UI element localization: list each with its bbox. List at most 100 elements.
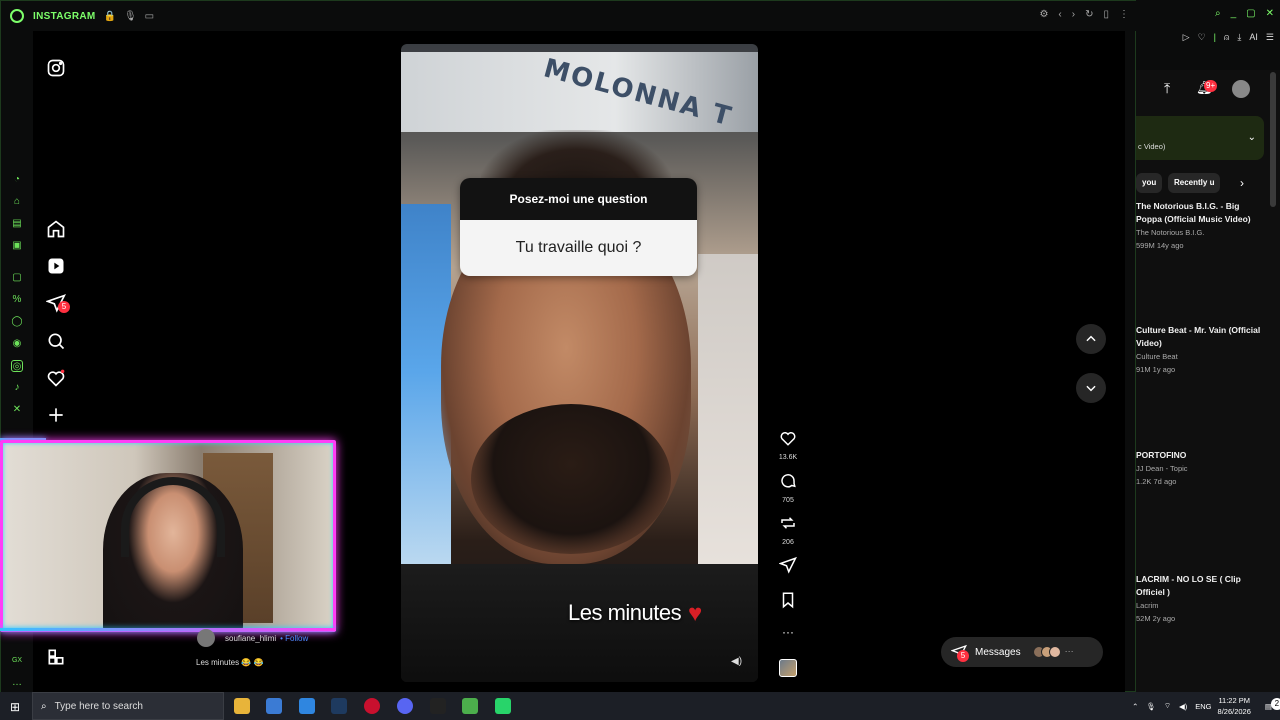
messages-label: Messages [975, 646, 1021, 658]
windows-start-icon[interactable]: ⊞ [10, 700, 20, 714]
search-icon[interactable]: ⌕ [1215, 8, 1221, 19]
home-icon[interactable] [46, 219, 66, 239]
settings-icon[interactable]: ⚙ [1039, 9, 1048, 20]
tray-chevron-up-icon[interactable]: ⌃ [1132, 702, 1138, 711]
sidebar-discord-icon[interactable]: ◉ [11, 338, 23, 350]
ai-icon[interactable]: AI [1249, 32, 1258, 43]
notifications-icon[interactable] [46, 368, 66, 388]
instagram-logo-icon[interactable] [46, 58, 66, 78]
tray-volume-icon[interactable]: ◀) [1179, 702, 1187, 711]
discord-icon[interactable] [397, 698, 413, 714]
video-title[interactable]: The Notorious B.I.G. - Big Poppa (Offici… [1136, 200, 1266, 226]
chat-user[interactable]: soufiane_hlimi • Follow [197, 629, 308, 647]
search-icon[interactable] [46, 331, 66, 351]
direct-icon[interactable]: 5 [46, 293, 70, 313]
security-icon[interactable] [430, 698, 446, 714]
reel-video[interactable]: MOLONNA T Posez-moi une question Tu trav… [401, 44, 758, 682]
question-answer: Tu travaille quoi ? [460, 220, 697, 276]
also-from-meta-icon[interactable] [46, 647, 66, 667]
clock-time: 11:22 PM [1218, 696, 1250, 705]
next-reel-button[interactable] [1076, 373, 1106, 403]
notification-center-icon[interactable]: ▤ 2 [1265, 697, 1280, 711]
opera-gx-icon[interactable] [364, 698, 380, 714]
camera-icon[interactable]: ▭ [145, 11, 154, 22]
sidebar-percent-icon[interactable]: % [11, 294, 23, 306]
follow-link[interactable]: • Follow [280, 634, 308, 643]
mail-icon[interactable] [299, 698, 315, 714]
video-title[interactable]: LACRIM - NO LO SE ( Clip Officiel ) [1136, 573, 1266, 599]
sidebar-flow-icon[interactable]: ▤ [11, 218, 23, 230]
sidebar-gx-icon[interactable]: GX [11, 655, 23, 667]
play-icon[interactable]: ▷ [1183, 32, 1190, 43]
store-icon[interactable] [266, 698, 282, 714]
mic-icon[interactable]: 🎙 [124, 11, 137, 22]
sidebar-ai-icon[interactable]: ⌂ [11, 196, 23, 208]
more-icon[interactable]: ⋮ [1119, 9, 1129, 20]
chevron-right-icon[interactable]: › [1240, 176, 1244, 190]
video-item[interactable]: LACRIM - NO LO SE ( Clip Officiel ) Lacr… [1136, 573, 1266, 625]
minimize-icon[interactable]: _ [1231, 8, 1237, 19]
reload-icon[interactable]: ↻ [1085, 9, 1093, 20]
opera-logo-icon[interactable] [10, 9, 24, 23]
back-icon[interactable]: ‹ [1058, 9, 1061, 20]
webcam-overlay [0, 440, 336, 632]
mute-icon[interactable]: ◀) [731, 656, 742, 667]
mix-card[interactable]: c Video) ⌄ [1136, 116, 1264, 160]
profile-icon[interactable]: ⍝ [1224, 32, 1229, 43]
chip-recently[interactable]: Recently u [1168, 173, 1221, 193]
sidebar-messenger-icon[interactable]: ▣ [11, 240, 23, 252]
repost-button[interactable]: 206 [773, 514, 803, 546]
share-button[interactable] [773, 556, 803, 579]
forward-icon[interactable]: › [1072, 9, 1075, 20]
video-title[interactable]: PORTOFINO [1136, 449, 1266, 462]
sidebar-more-icon[interactable]: … [11, 677, 23, 689]
download-icon[interactable]: ⤓ [1237, 32, 1241, 43]
tray-mic-icon[interactable]: 🎙︎ [1146, 702, 1156, 711]
video-item[interactable]: Culture Beat - Mr. Vain (Official Video)… [1136, 324, 1266, 376]
video-title[interactable]: Culture Beat - Mr. Vain (Official Video) [1136, 324, 1266, 350]
upload-icon[interactable]: ⤒ [1164, 80, 1170, 97]
video-item[interactable]: PORTOFINO JJ Dean - Topic 1.2K 7d ago [1136, 449, 1266, 488]
sidebar-whatsapp-icon[interactable]: ◯ [11, 316, 23, 328]
save-button[interactable] [773, 591, 803, 614]
scrollbar[interactable] [1270, 72, 1276, 207]
audio-thumbnail[interactable] [773, 659, 803, 677]
sidebar-history-icon[interactable]: ◔ [11, 174, 23, 186]
chip-you[interactable]: you [1136, 173, 1163, 193]
menu-icon[interactable]: ☰ [1266, 32, 1274, 43]
mix-label: c Video) [1138, 142, 1166, 151]
create-icon[interactable] [46, 405, 66, 425]
sidebar-x-icon[interactable]: ✕ [11, 404, 23, 416]
extension-icon[interactable]: ▯ [1103, 9, 1109, 20]
video-meta: 599M 14y ago [1136, 241, 1184, 250]
maximize-icon[interactable]: ▢ [1246, 8, 1255, 19]
clock[interactable]: 11:22 PM 8/26/2026 [1218, 695, 1251, 717]
chat-username[interactable]: soufiane_hlimi [225, 634, 276, 643]
steam-icon[interactable] [331, 698, 347, 714]
comment-icon [781, 474, 796, 488]
more-options-icon[interactable]: ··· [773, 625, 803, 639]
tab-title[interactable]: INSTAGRAM [33, 11, 96, 22]
sidebar-twitch-icon[interactable]: ▢ [11, 272, 23, 284]
app-icon[interactable] [495, 698, 511, 714]
account-avatar[interactable] [1232, 80, 1250, 98]
reels-icon[interactable] [46, 256, 66, 276]
comment-button[interactable]: 705 [773, 472, 803, 504]
sidebar-tiktok-icon[interactable]: ♪ [11, 382, 23, 394]
taskbar-search[interactable]: ⌕ Type here to search [32, 692, 224, 720]
chevron-down-icon[interactable]: ⌄ [1248, 132, 1256, 143]
share-icon [778, 556, 797, 574]
language-indicator[interactable]: ENG [1195, 702, 1211, 711]
sidebar-instagram-icon[interactable]: ◎ [11, 360, 23, 372]
close-icon[interactable]: ✕ [1266, 8, 1274, 19]
video-item[interactable]: The Notorious B.I.G. - Big Poppa (Offici… [1136, 200, 1266, 252]
like-button[interactable]: 13.6K [773, 429, 803, 461]
tray-network-icon[interactable]: ⌔ [1164, 701, 1171, 711]
previous-reel-button[interactable] [1076, 324, 1106, 354]
file-explorer-icon[interactable] [234, 698, 250, 714]
vite-icon[interactable] [462, 698, 478, 714]
search-icon: ⌕ [41, 700, 47, 712]
direct-badge: 5 [58, 301, 70, 313]
heart-icon[interactable]: ♡ [1198, 32, 1206, 43]
messages-button[interactable]: 5 Messages ··· [941, 637, 1103, 667]
